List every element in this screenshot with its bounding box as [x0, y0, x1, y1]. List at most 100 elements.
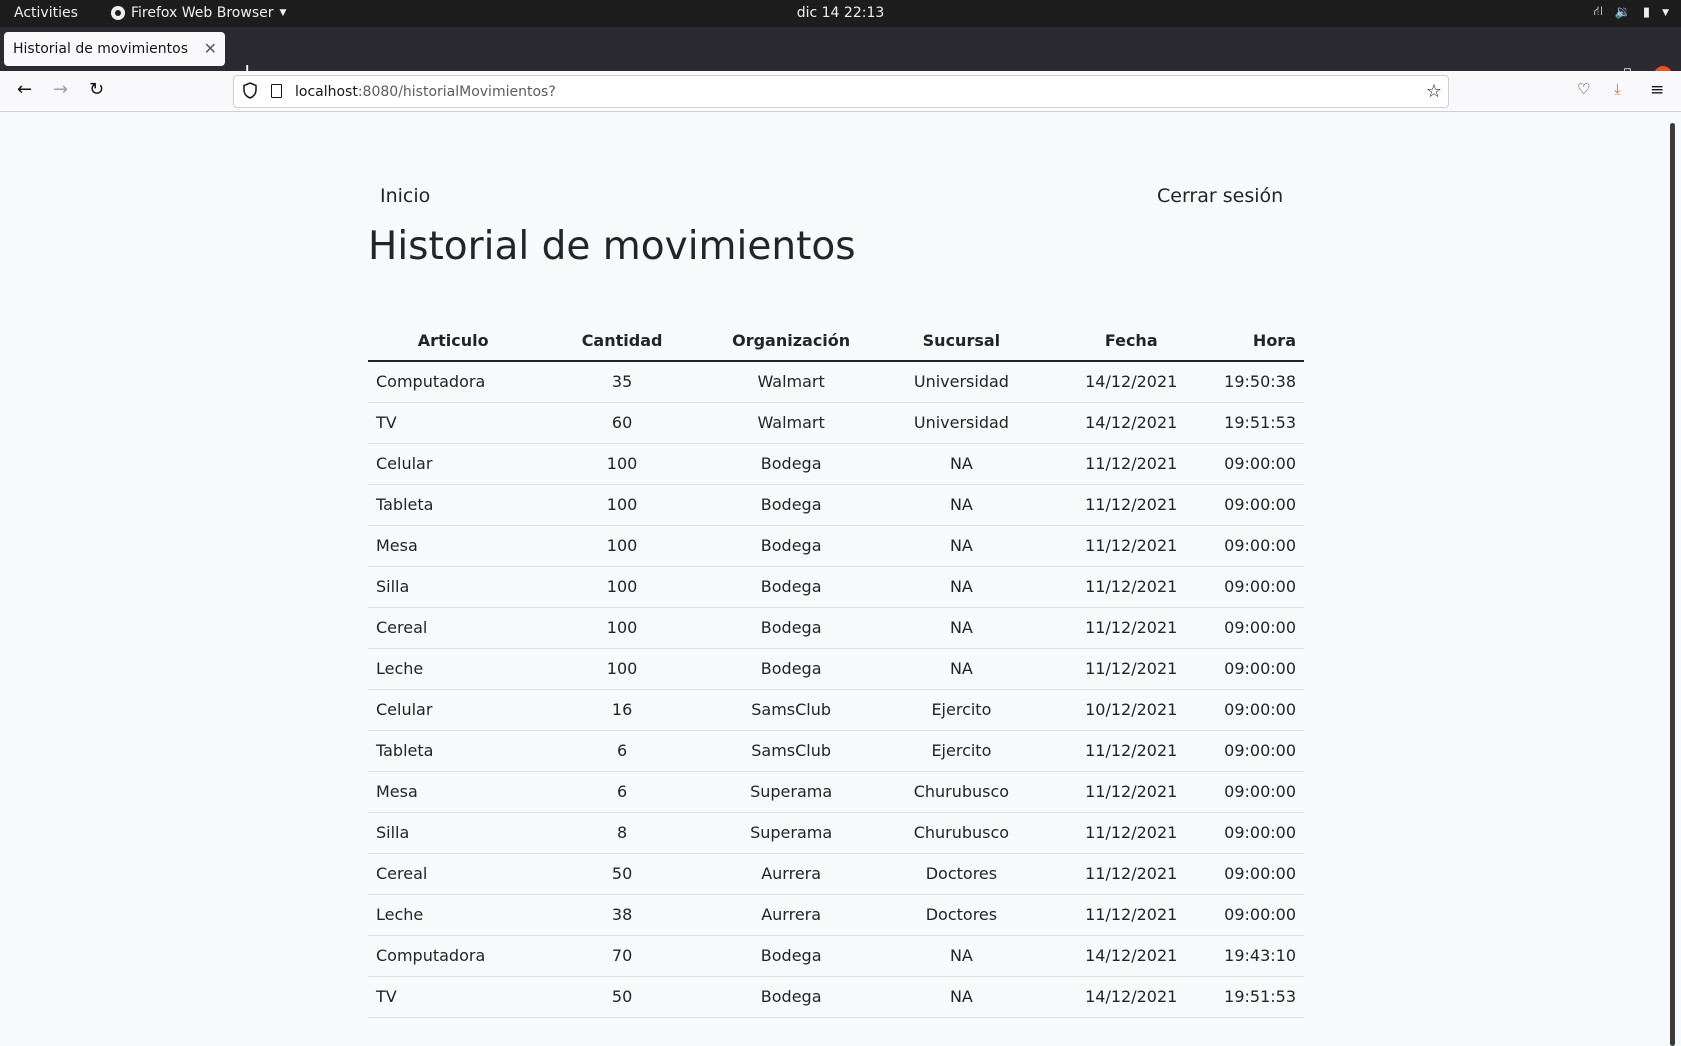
cell-articulo: Mesa	[368, 771, 539, 813]
cell-articulo: Silla	[368, 812, 539, 854]
table-body: Computadora 35 Walmart Universidad 14/12/202…	[368, 361, 1304, 1018]
shield-icon[interactable]	[243, 82, 257, 99]
page-title: Historial de movimientos	[368, 224, 856, 269]
cell-articulo: Silla	[368, 566, 539, 608]
download-icon[interactable]: ⤓	[1614, 80, 1621, 98]
cell-hora: 19:43:10	[1216, 935, 1304, 977]
logout-link[interactable]: Cerrar sesión	[1157, 185, 1283, 207]
battery-icon: ▮	[1642, 5, 1651, 20]
cell-cantidad: 50	[538, 853, 706, 895]
cell-sucursal: NA	[876, 976, 1047, 1018]
table-row: Computadora 35 Walmart Universidad 14/12/202…	[368, 361, 1304, 403]
cell-cantidad: 38	[538, 894, 706, 936]
cell-articulo: Celular	[368, 689, 539, 731]
home-link[interactable]: Inicio	[380, 185, 430, 207]
cell-cantidad: 8	[538, 812, 706, 854]
table-row: Tableta 6 SamsClub Ejercito 11/12/2021 09:00:…	[368, 730, 1304, 772]
header-fecha: Fecha	[1046, 320, 1217, 362]
hamburger-menu-icon[interactable]: ≡	[1650, 80, 1664, 100]
table-row: Silla 100 Bodega NA 11/12/2021 09:00:00	[368, 566, 1304, 608]
tab-title: Historial de movimientos	[13, 41, 189, 57]
cell-sucursal: Ejercito	[876, 689, 1047, 731]
cell-articulo: Tableta	[368, 730, 539, 772]
cell-organizacion: Bodega	[705, 443, 877, 485]
cell-sucursal: Universidad	[876, 402, 1047, 444]
cell-articulo: TV	[368, 976, 539, 1018]
system-tray[interactable]: ⛙ 🔉 ▮ ▼	[1594, 4, 1669, 21]
cell-sucursal: Churubusco	[876, 812, 1047, 854]
header-organizacion: Organización	[705, 320, 877, 362]
pocket-icon[interactable]: ♡	[1577, 80, 1590, 98]
chevron-down-icon: ▼	[1662, 7, 1669, 18]
cell-sucursal: NA	[876, 443, 1047, 485]
header-sucursal: Sucursal	[876, 320, 1047, 362]
cell-organizacion: Superama	[705, 771, 877, 813]
cell-organizacion: Bodega	[705, 566, 877, 608]
cell-hora: 09:00:00	[1216, 812, 1304, 854]
tab-historial[interactable]: Historial de movimientos ✕	[4, 32, 225, 66]
cell-organizacion: Bodega	[705, 648, 877, 690]
forward-icon[interactable]: →	[53, 79, 68, 100]
cell-articulo: Cereal	[368, 607, 539, 649]
cell-fecha: 11/12/2021	[1046, 525, 1217, 567]
header-cantidad: Cantidad	[538, 320, 706, 362]
cell-cantidad: 100	[538, 607, 706, 649]
cell-hora: 09:00:00	[1216, 771, 1304, 813]
url-bar[interactable]: localhost:8080/historialMovimientos? ☆	[233, 75, 1449, 108]
cell-cantidad: 6	[538, 730, 706, 772]
cell-hora: 09:00:00	[1216, 484, 1304, 526]
table-header-row: Articulo Cantidad Organización Sucursal …	[368, 320, 1304, 362]
cell-hora: 09:00:00	[1216, 607, 1304, 649]
table-row: Computadora 70 Bodega NA 14/12/2021 19:43:10	[368, 935, 1304, 977]
table-row: Celular 16 SamsClub Ejercito 10/12/2021 09:00…	[368, 689, 1304, 731]
cell-organizacion: Bodega	[705, 525, 877, 567]
cell-organizacion: SamsClub	[705, 689, 877, 731]
cell-organizacion: Walmart	[705, 361, 877, 403]
volume-icon: 🔉	[1614, 5, 1631, 20]
activities-button[interactable]: Activities	[14, 5, 78, 21]
url-text[interactable]: localhost:8080/historialMovimientos?	[295, 84, 556, 100]
cell-hora: 09:00:00	[1216, 689, 1304, 731]
cell-fecha: 11/12/2021	[1046, 894, 1217, 936]
cell-organizacion: Aurrera	[705, 894, 877, 936]
cell-cantidad: 6	[538, 771, 706, 813]
cell-sucursal: NA	[876, 607, 1047, 649]
cell-sucursal: NA	[876, 566, 1047, 608]
tab-strip: Historial de movimientos ✕ + – ▫ ✕	[0, 27, 1681, 84]
movements-table: Articulo Cantidad Organización Sucursal …	[368, 320, 1304, 1018]
table-row: Leche 38 Aurrera Doctores 11/12/2021 09:00:00	[368, 894, 1304, 936]
close-icon[interactable]: ✕	[204, 39, 217, 58]
cell-sucursal: Doctores	[876, 894, 1047, 936]
header-hora: Hora	[1216, 320, 1304, 362]
cell-fecha: 11/12/2021	[1046, 771, 1217, 813]
cell-organizacion: Aurrera	[705, 853, 877, 895]
table-row: Celular 100 Bodega NA 11/12/2021 09:00:00	[368, 443, 1304, 485]
cell-organizacion: Bodega	[705, 976, 877, 1018]
cell-cantidad: 70	[538, 935, 706, 977]
table-row: Cereal 50 Aurrera Doctores 11/12/2021 09:00:0…	[368, 853, 1304, 895]
bookmark-star-icon[interactable]: ☆	[1426, 81, 1442, 102]
cell-fecha: 11/12/2021	[1046, 607, 1217, 649]
cell-fecha: 14/12/2021	[1046, 935, 1217, 977]
cell-sucursal: Churubusco	[876, 771, 1047, 813]
cell-cantidad: 16	[538, 689, 706, 731]
cell-articulo: Leche	[368, 894, 539, 936]
cell-articulo: Leche	[368, 648, 539, 690]
cell-sucursal: NA	[876, 648, 1047, 690]
firefox-icon	[111, 6, 125, 20]
vertical-scrollbar[interactable]	[1670, 123, 1675, 1046]
back-icon[interactable]: ←	[17, 79, 32, 100]
table-row: Mesa 100 Bodega NA 11/12/2021 09:00:00	[368, 525, 1304, 567]
cell-fecha: 11/12/2021	[1046, 484, 1217, 526]
cell-fecha: 11/12/2021	[1046, 566, 1217, 608]
chevron-down-icon: ▼	[279, 8, 287, 18]
cell-sucursal: NA	[876, 525, 1047, 567]
reload-icon[interactable]: ↻	[89, 79, 104, 100]
cell-hora: 19:51:53	[1216, 976, 1304, 1018]
app-menu[interactable]: Firefox Web Browser ▼	[111, 5, 286, 21]
cell-hora: 09:00:00	[1216, 730, 1304, 772]
cell-hora: 09:00:00	[1216, 648, 1304, 690]
page-icon	[271, 84, 282, 98]
cell-fecha: 14/12/2021	[1046, 976, 1217, 1018]
cell-fecha: 11/12/2021	[1046, 443, 1217, 485]
